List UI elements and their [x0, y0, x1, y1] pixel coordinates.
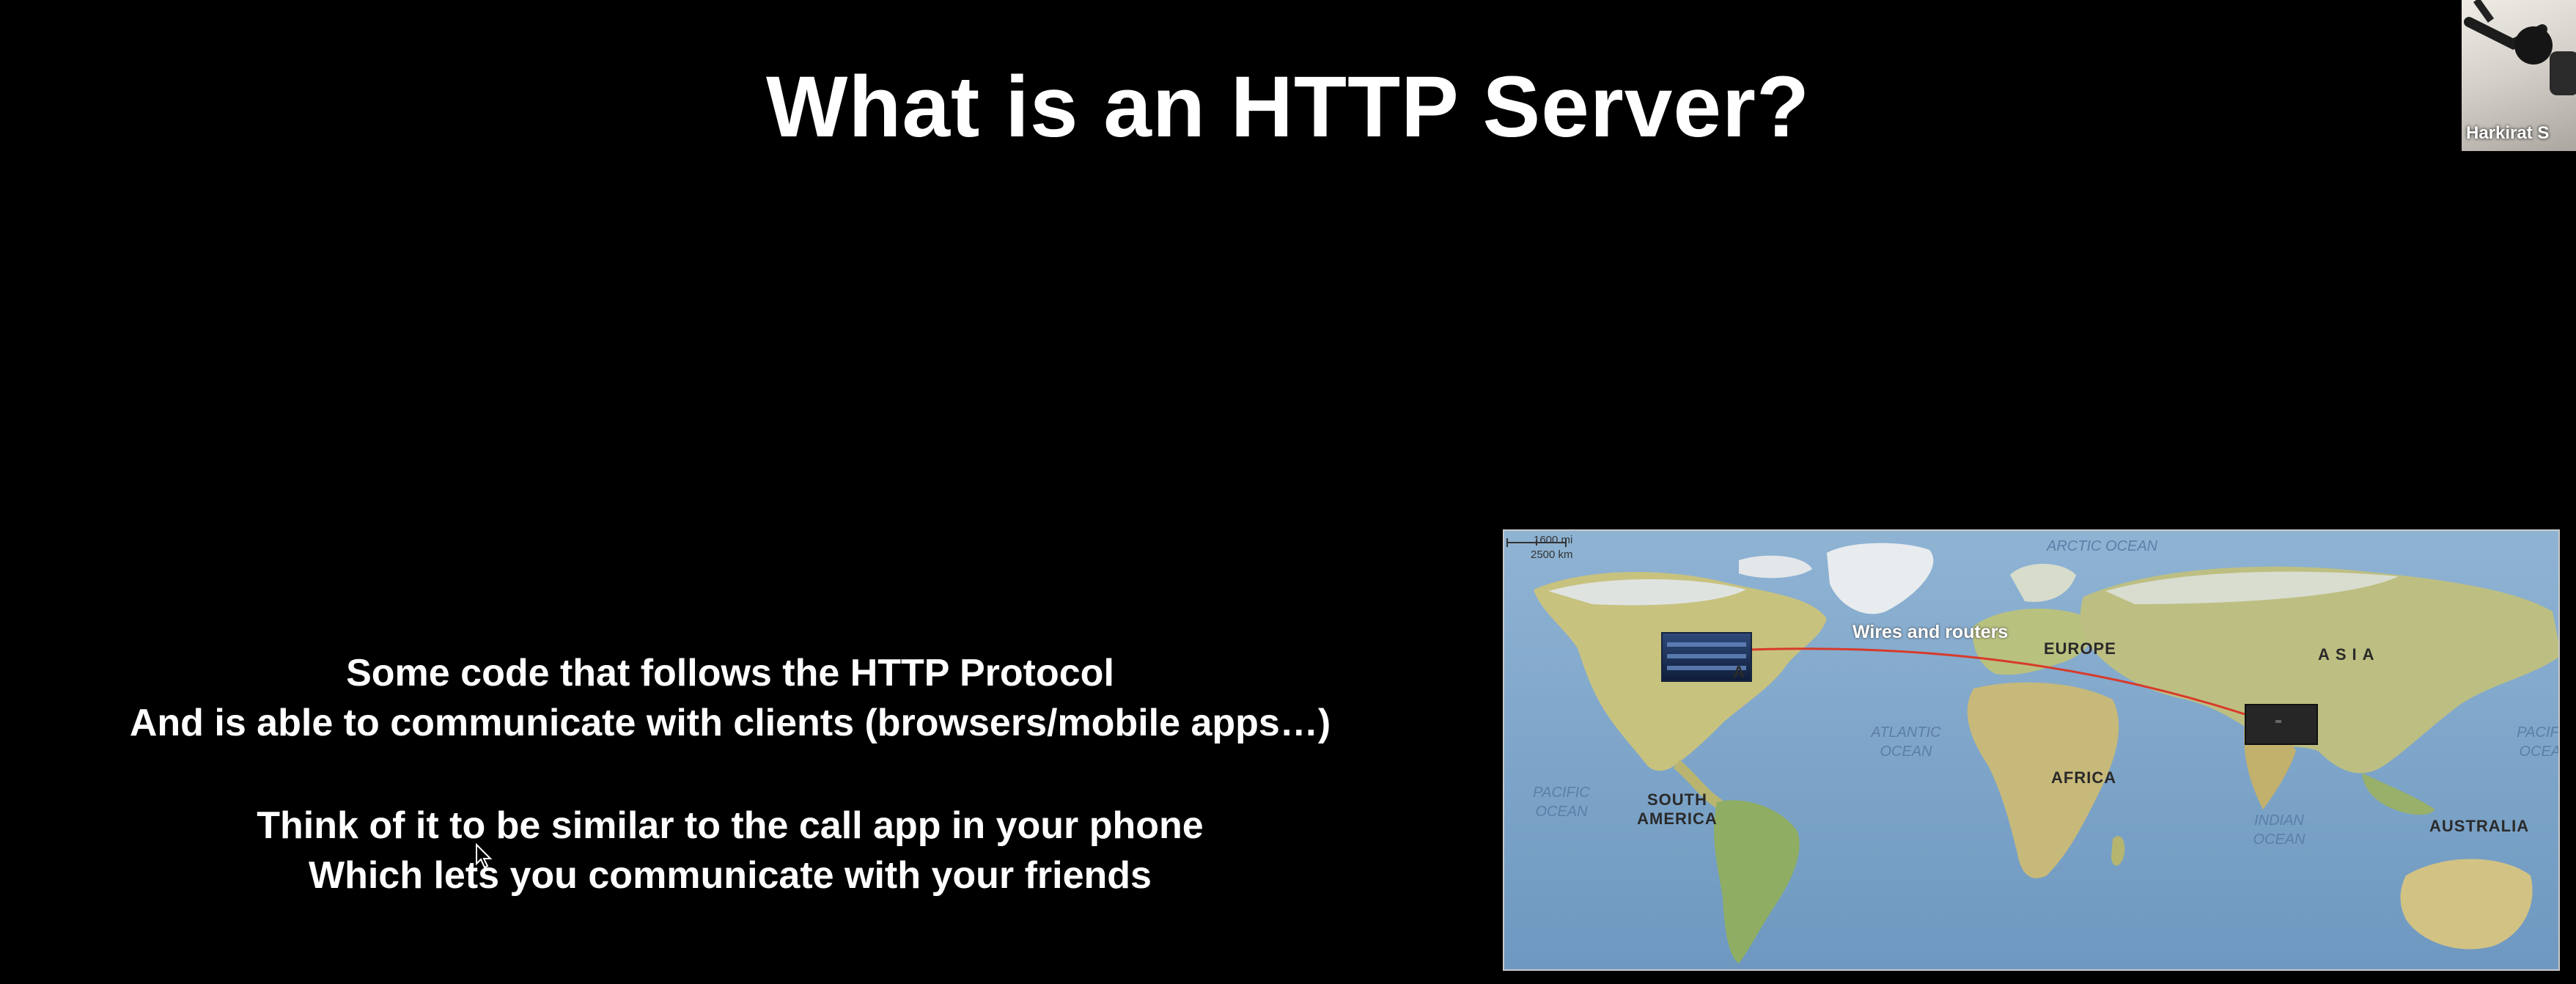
scale-km-label: 2500 km — [1531, 548, 1573, 561]
atlantic-ocean-label: ATLANTIC OCEAN — [1871, 724, 1941, 760]
participant-video-thumbnail[interactable]: Harkirat S — [2462, 0, 2576, 151]
phone-client-icon — [2245, 704, 2318, 745]
slide-body: Some code that follows the HTTP Protocol… — [29, 648, 1431, 900]
world-map-graphic — [1504, 531, 2558, 969]
arctic-ocean-label: ARCTIC OCEAN — [2047, 538, 2158, 554]
europe-label: EUROPE — [2044, 639, 2116, 658]
south-america-label: SOUTH AMERICA — [1637, 790, 1718, 828]
mouse-cursor-icon — [476, 843, 493, 869]
australia-label: AUSTRALIA — [2429, 817, 2530, 835]
world-map-image: 1600 mi 2500 km A Wires and routers ARCT… — [1503, 529, 2560, 971]
pacific-ocean-left-label: PACIFIC OCEAN — [1533, 785, 1590, 820]
asia-label: ASIA — [2318, 645, 2380, 664]
slide-title: What is an HTTP Server? — [765, 59, 1811, 155]
body-line-3: Think of it to be similar to the call ap… — [257, 804, 1204, 847]
wires-and-routers-label: Wires and routers — [1852, 622, 2009, 642]
scale-miles-label: 1600 mi — [1534, 534, 1573, 546]
pacific-ocean-right-label: PACIFIC OCEAN — [2517, 724, 2560, 760]
indian-ocean-label: INDIAN OCEAN — [2253, 812, 2305, 848]
north-america-label: A — [1733, 663, 1745, 681]
africa-label: AFRICA — [2051, 768, 2117, 787]
body-line-2: And is able to communicate with clients … — [129, 702, 1331, 744]
body-line-1: Some code that follows the HTTP Protocol — [346, 652, 1114, 694]
participant-name: Harkirat S — [2466, 123, 2550, 143]
body-line-4: Which lets you communicate with your fri… — [309, 854, 1152, 897]
